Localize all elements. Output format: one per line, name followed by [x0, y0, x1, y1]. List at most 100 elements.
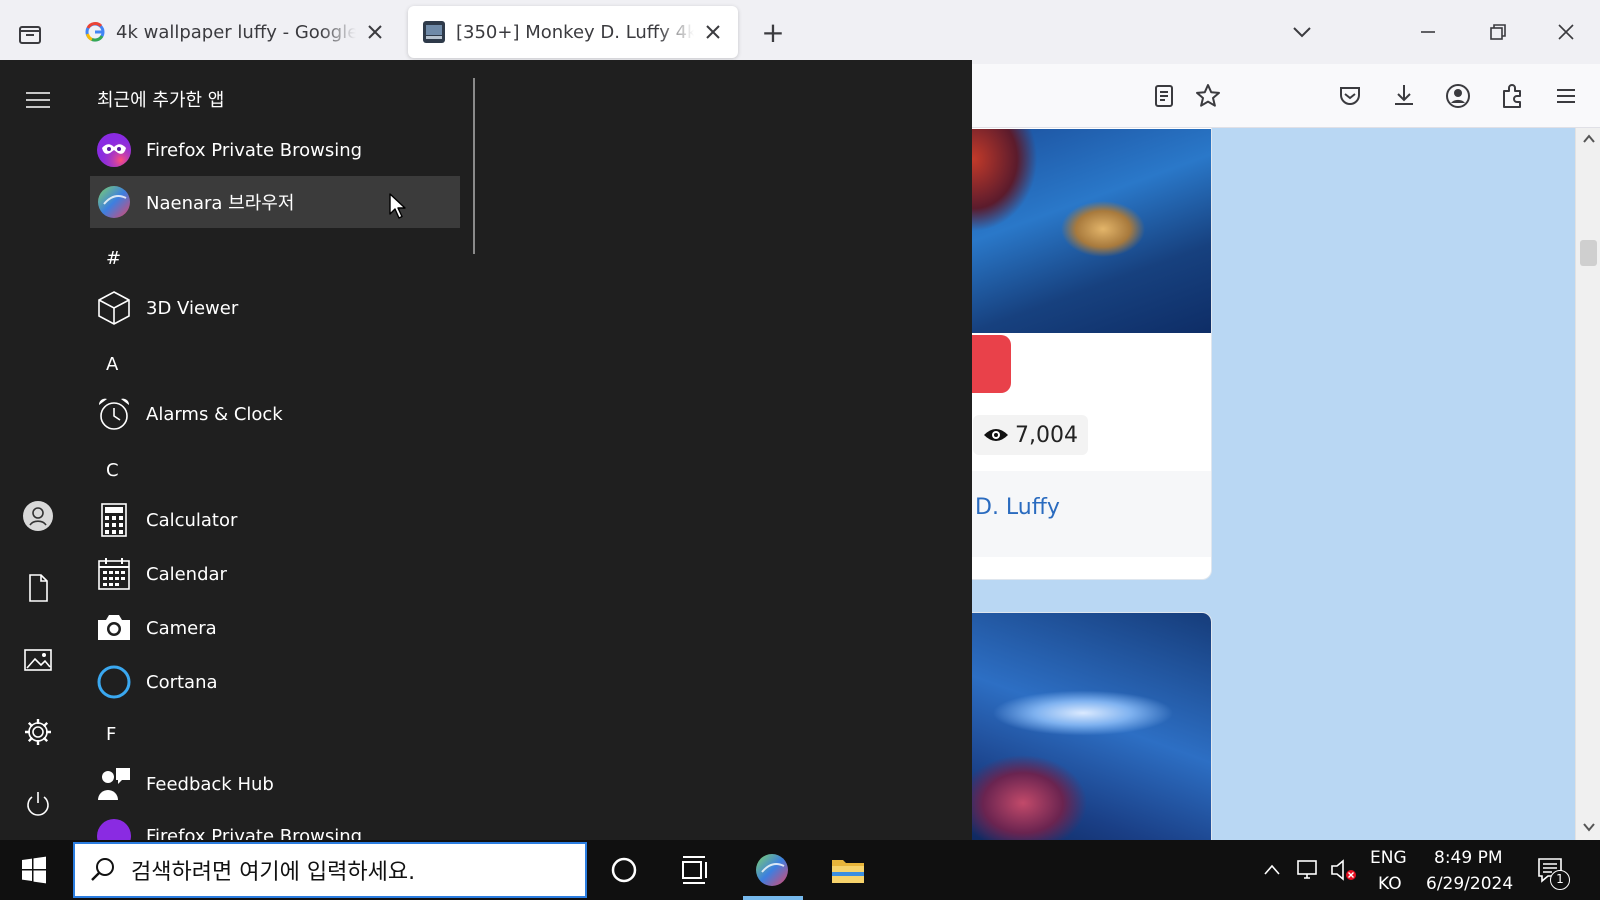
clock-date[interactable]: 6/29/2024: [1426, 874, 1513, 894]
app-alarms-clock[interactable]: Alarms & Clock: [90, 388, 460, 440]
input-language-bottom[interactable]: KO: [1378, 874, 1402, 894]
calculator-icon: [96, 502, 132, 538]
wallpaper-thumbnail[interactable]: [972, 129, 1211, 333]
app-camera[interactable]: Camera: [90, 602, 460, 654]
character-tag-link[interactable]: D. Luffy: [975, 495, 1060, 520]
camera-icon: [96, 610, 132, 646]
app-label: Alarms & Clock: [146, 403, 283, 425]
extensions-icon[interactable]: [1498, 82, 1526, 110]
app-3d-viewer[interactable]: 3D Viewer: [90, 282, 460, 334]
firefox-private-icon: [96, 818, 132, 840]
section-letter[interactable]: C: [106, 460, 119, 481]
browser-toolbar: [972, 64, 1600, 128]
scroll-down-icon[interactable]: [1582, 820, 1596, 834]
section-letter[interactable]: #: [106, 248, 121, 269]
recent-apps-header: 최근에 추가한 앱: [97, 90, 225, 111]
app-firefox-private-browsing[interactable]: Firefox Private Browsing: [90, 810, 460, 840]
section-letter[interactable]: A: [106, 354, 118, 375]
tab-title: [350+] Monkey D. Luffy 4k Wallpapers: [456, 21, 694, 43]
app-label: Firefox Private Browsing: [146, 825, 363, 841]
app-label: 3D Viewer: [146, 297, 239, 319]
pictures-icon[interactable]: [22, 644, 54, 676]
reader-view-icon[interactable]: [1150, 82, 1178, 110]
section-letter[interactable]: F: [106, 724, 116, 745]
wallpaper-thumbnail[interactable]: [972, 613, 1211, 840]
settings-gear-icon[interactable]: [22, 716, 54, 748]
new-tab-button[interactable]: +: [758, 18, 788, 48]
naenara-icon: [96, 184, 132, 220]
download-button[interactable]: [972, 335, 1011, 393]
start-menu-rail: [0, 60, 76, 840]
mouse-cursor-icon: [388, 192, 408, 220]
app-calendar[interactable]: Calendar: [90, 548, 460, 600]
minimize-icon[interactable]: [1416, 20, 1440, 44]
browser-tab-bar: 4k wallpaper luffy - Google Search [350+…: [0, 0, 1600, 64]
close-icon[interactable]: [364, 21, 386, 43]
taskbar-search-box[interactable]: 검색하려면 여기에 입력하세요.: [73, 842, 587, 898]
cortana-circle-icon[interactable]: [606, 852, 642, 888]
tiles-area: [476, 60, 972, 840]
app-cortana[interactable]: Cortana: [90, 656, 460, 708]
file-explorer-icon[interactable]: [830, 852, 866, 888]
tab-overview-icon[interactable]: [16, 20, 44, 48]
app-label: Camera: [146, 617, 217, 639]
firefox-private-icon: [96, 132, 132, 168]
list-all-tabs-icon[interactable]: [1290, 20, 1314, 44]
restore-icon[interactable]: [1486, 20, 1510, 44]
volume-muted-icon[interactable]: [1330, 858, 1358, 882]
wallpaper-card: 7,004 D. Luffy: [972, 128, 1212, 580]
web-page-content: 7,004 D. Luffy: [972, 128, 1585, 840]
page-scrollbar[interactable]: [1575, 128, 1600, 840]
app-label: Feedback Hub: [146, 773, 274, 795]
account-icon[interactable]: [1444, 82, 1472, 110]
app-firefox-private-browsing[interactable]: Firefox Private Browsing: [90, 124, 460, 176]
app-label: Calendar: [146, 563, 227, 585]
close-icon[interactable]: [702, 21, 724, 43]
calendar-icon: [96, 556, 132, 592]
cortana-icon: [96, 664, 132, 700]
app-list-scrollbar[interactable]: [473, 78, 475, 254]
taskbar: 검색하려면 여기에 입력하세요. ENG KO 8:49 PM 6/29/202…: [0, 840, 1600, 900]
downloads-icon[interactable]: [1390, 82, 1418, 110]
start-menu: 최근에 추가한 앱 Firefox Private Browsing Naena…: [0, 60, 972, 840]
app-calculator[interactable]: Calculator: [90, 494, 460, 546]
scroll-up-icon[interactable]: [1582, 132, 1596, 146]
naenara-taskbar-icon[interactable]: [754, 852, 790, 888]
eye-icon: [983, 426, 1015, 444]
feedback-icon: [96, 766, 132, 802]
google-g-icon: [84, 21, 106, 43]
wallpaper-card: [972, 612, 1212, 840]
alarm-clock-icon: [96, 396, 132, 432]
hamburger-menu-icon[interactable]: [22, 84, 54, 116]
cube-icon: [96, 290, 132, 326]
view-count: 7,004: [1015, 422, 1078, 448]
network-icon[interactable]: [1296, 858, 1322, 882]
app-menu-icon[interactable]: [1552, 82, 1580, 110]
app-label: Cortana: [146, 671, 218, 693]
input-language-top[interactable]: ENG: [1370, 848, 1407, 868]
user-account-icon[interactable]: [22, 500, 54, 532]
tab-luffy-wallpapers[interactable]: [350+] Monkey D. Luffy 4k Wallpapers: [408, 6, 738, 58]
pocket-icon[interactable]: [1336, 82, 1364, 110]
app-label: Naenara 브라우저: [146, 193, 295, 214]
power-icon[interactable]: [22, 788, 54, 820]
close-window-icon[interactable]: [1554, 20, 1578, 44]
tab-google-search[interactable]: 4k wallpaper luffy - Google Search: [70, 6, 400, 58]
app-label: Calculator: [146, 509, 238, 531]
app-feedback-hub[interactable]: Feedback Hub: [90, 758, 460, 810]
search-icon: [89, 856, 117, 884]
search-placeholder: 검색하려면 여기에 입력하세요.: [131, 860, 416, 885]
windows-start-icon[interactable]: [20, 856, 48, 884]
app-list[interactable]: 최근에 추가한 앱 Firefox Private Browsing Naena…: [90, 60, 472, 840]
documents-icon[interactable]: [22, 572, 54, 604]
scroll-thumb[interactable]: [1580, 240, 1597, 266]
bookmark-star-icon[interactable]: [1194, 82, 1222, 110]
task-view-icon[interactable]: [678, 852, 714, 888]
view-count-badge: 7,004: [973, 415, 1088, 455]
app-naenara-browser[interactable]: Naenara 브라우저: [90, 176, 460, 228]
clock-time[interactable]: 8:49 PM: [1434, 848, 1503, 868]
show-hidden-icons-icon[interactable]: [1262, 860, 1282, 880]
tab-title: 4k wallpaper luffy - Google Search: [116, 21, 356, 43]
card-footer: D. Luffy: [972, 471, 1211, 557]
active-app-indicator: [743, 896, 803, 900]
